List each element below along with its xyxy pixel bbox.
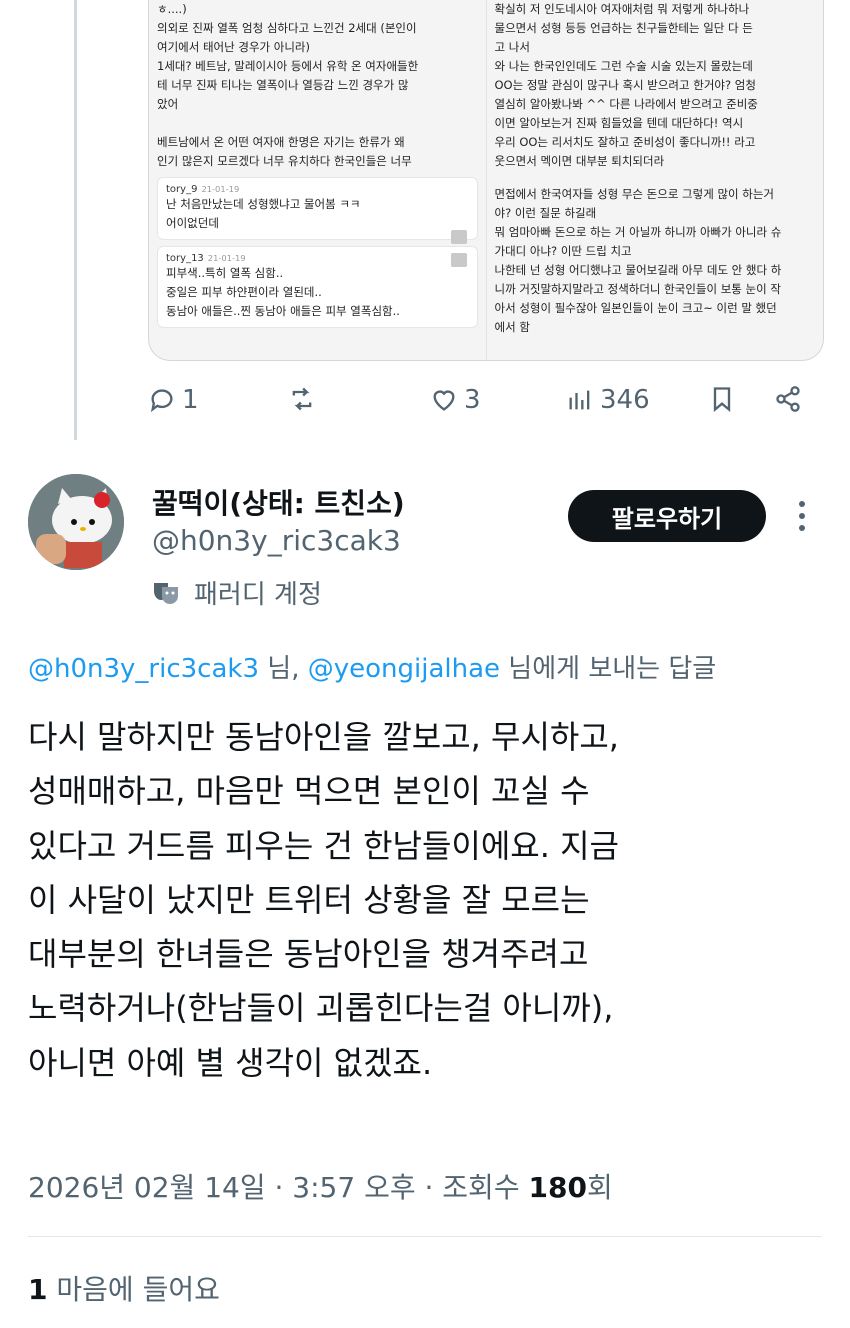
replying-text: 님, <box>259 654 308 684</box>
likes-summary[interactable]: 1 마음에 들어요 <box>28 1268 220 1308</box>
view-count: 346 <box>600 385 650 415</box>
media-left-column: ㅎ....) 의외로 진짜 열폭 엄청 심하다고 느낀건 2세대 (본인이 여기… <box>149 0 486 360</box>
thread-connector-line <box>74 0 77 440</box>
avatar[interactable] <box>28 474 124 570</box>
heart-icon <box>433 390 455 411</box>
reply-icon <box>450 253 467 267</box>
media-right-bottom-text: 면접에서 한국여자들 성형 무슨 돈으로 그렇게 많이 하는거 야? 이런 질문… <box>494 187 782 334</box>
views-chart-icon <box>569 390 590 410</box>
timestamp[interactable]: 2026년 02월 14일 · 3:57 오후 · 조회수 <box>28 1171 528 1204</box>
like-count: 3 <box>464 385 481 415</box>
share-button[interactable] <box>774 385 802 413</box>
quoted-media-image[interactable]: ㅎ....) 의외로 진짜 열폭 엄청 심하다고 느낀건 2세대 (본인이 여기… <box>148 0 824 361</box>
comment-card: tory_9 21-01-19 난 처음만났는데 성형했냐고 물어봄 ㅋㅋ 어이없… <box>157 177 478 244</box>
reply-button[interactable]: 1 <box>148 385 199 415</box>
replying-text: 님에게 보내는 답글 <box>500 654 717 684</box>
comment-card: tory_13 21-01-19 피부색..특히 열폭 심함.. 중일은 피부 하… <box>157 246 478 328</box>
parody-text: 패러디 계정 <box>194 580 322 610</box>
views-button[interactable]: 346 <box>566 385 650 415</box>
comment-text: 피부색..특히 열폭 심함.. 중일은 피부 하얀편이라 열된데.. 동남아 애… <box>166 266 400 318</box>
retweet-button[interactable] <box>288 385 322 413</box>
bookmark-icon <box>713 387 731 412</box>
reply-count: 1 <box>182 385 199 415</box>
tweet-text: 다시 말하지만 동남아인을 깔보고, 무시하고, 성매매하고, 마음만 먹으면 … <box>28 718 619 1082</box>
tweet-actions-bar: 1 3 346 <box>148 385 828 427</box>
theater-mask-icon <box>154 582 178 604</box>
hello-kitty-avatar-image <box>28 474 124 570</box>
like-button[interactable]: 3 <box>430 385 481 415</box>
divider <box>28 1236 822 1237</box>
follow-button[interactable]: 팔로우하기 <box>568 490 766 542</box>
comment-text: 난 처음만났는데 성형했냐고 물어봄 ㅋㅋ 어이없던데 <box>166 197 361 230</box>
media-right-column: 확실히 저 인도네시아 여자애처럼 뭐 저렇게 하나하나 물으면서 성형 등등 … <box>485 0 824 360</box>
views-count: 180 <box>528 1171 587 1204</box>
comment-user: tory_9 <box>166 184 198 195</box>
reply-icon <box>150 389 173 413</box>
parody-account-label: 패러디 계정 <box>152 574 322 611</box>
display-name[interactable]: 꿀떡이(상태: 트친소) <box>152 482 405 522</box>
media-right-top-text: 확실히 저 인도네시아 여자애처럼 뭐 저렇게 하나하나 물으면서 성형 등등 … <box>494 2 758 168</box>
bookmark-button[interactable] <box>708 385 736 413</box>
reply-icon <box>450 230 467 244</box>
comment-date: 21-01-19 <box>207 253 246 263</box>
more-options-icon[interactable] <box>792 496 812 536</box>
tweet-metadata: 2026년 02월 14일 · 3:57 오후 · 조회수 180회 <box>28 1166 613 1206</box>
replying-to-line: @h0n3y_ric3cak3 님, @yeongijalhae 님에게 보내는… <box>28 648 716 685</box>
mention-link[interactable]: @h0n3y_ric3cak3 <box>28 654 259 684</box>
comment-date: 21-01-19 <box>201 184 240 194</box>
likes-count: 1 <box>28 1273 48 1306</box>
retweet-icon <box>292 387 312 411</box>
media-left-text: ㅎ....) 의외로 진짜 열폭 엄청 심하다고 느낀건 2세대 (본인이 여기… <box>157 2 419 168</box>
mention-link[interactable]: @yeongijalhae <box>308 654 500 684</box>
comment-user: tory_13 <box>166 253 204 264</box>
likes-label: 마음에 들어요 <box>47 1273 220 1306</box>
share-icon <box>776 386 800 412</box>
user-handle[interactable]: @h0n3y_ric3cak3 <box>152 524 401 557</box>
views-suffix: 회 <box>586 1171 613 1204</box>
